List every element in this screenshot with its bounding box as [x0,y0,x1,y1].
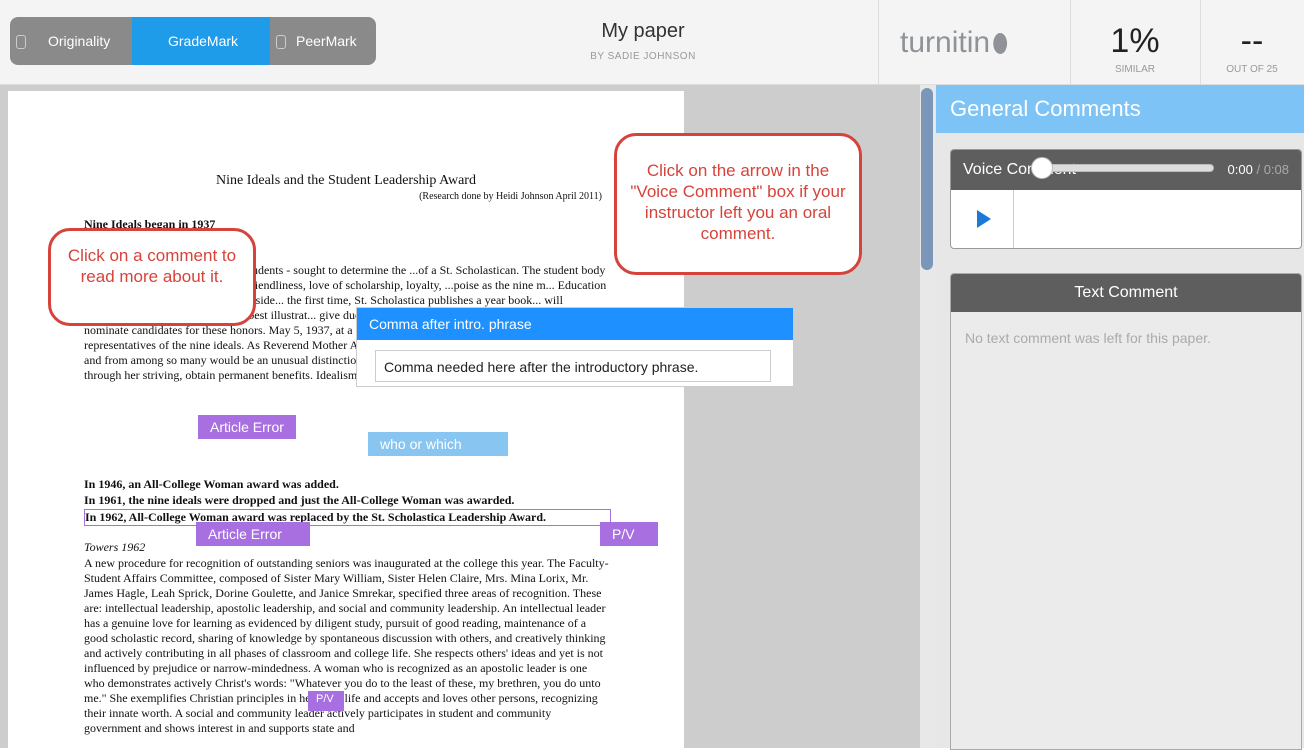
paper-heading: Nine Ideals and the Student Leadership A… [216,173,476,188]
paper-title: My paper [601,20,685,42]
tab-originality[interactable]: Originality [10,17,132,65]
tab-peermark[interactable]: PeerMark [270,17,376,65]
paper-subheading: (Research done by Heidi Johnson April 20… [419,191,602,202]
comment-popup-body: Comma needed here after the introductory… [375,350,771,382]
text-comment-header: Text Comment [951,274,1301,312]
paragraph: In 1946, an All-College Woman award was … [84,477,339,491]
divider [1200,0,1201,84]
similarity-score[interactable]: 1% SIMILAR [1090,24,1180,75]
section-heading: Towers 1962 [84,540,146,554]
tab-grademark[interactable]: GradeMark [132,17,270,65]
logo-mark-icon: ⬮ [992,28,1009,58]
text-comment-box: Text Comment No text comment was left fo… [950,273,1302,750]
paper-title-block: My paper BY SADIE JOHNSON [560,20,726,62]
paper-author: BY SADIE JOHNSON [590,51,696,62]
turnitin-logo: turnitin⬮ [900,26,1009,59]
pv-mark[interactable]: P/V [600,522,658,546]
who-which-mark[interactable]: who or which [368,432,508,456]
comments-sidebar: General Comments Voice Comment 0:00 / 0:… [936,85,1304,750]
callout-right: Click on the arrow in the "Voice Comment… [614,133,862,275]
paper-page: Nine Ideals and the Student Leadership A… [8,91,684,751]
article-error-mark[interactable]: Article Error [198,415,296,439]
toggle-icon [276,35,286,49]
comment-popup-title: Comma after intro. phrase [357,308,793,340]
scrollbar[interactable] [920,85,936,748]
divider [1070,0,1071,84]
paragraph: In 1962, All-College Woman award was rep… [84,509,611,526]
slider-handle[interactable] [1031,157,1053,179]
audio-time: 0:00 / 0:08 [1227,162,1289,177]
divider [878,0,879,84]
paragraph: In 1961, the nine ideals were dropped an… [84,493,515,507]
paragraph: A new procedure for recognition of outst… [84,556,609,735]
grade-score[interactable]: -- OUT OF 25 [1210,24,1294,75]
top-bar: Originality GradeMark PeerMark My paper … [0,0,1304,85]
play-button[interactable] [951,190,1014,248]
audio-progress-slider[interactable] [1031,157,1214,179]
play-icon [977,210,991,228]
article-error-mark[interactable]: Article Error [196,522,310,546]
general-comments-header: General Comments [936,85,1304,133]
callout-left: Click on a comment to read more about it… [48,228,256,326]
text-comment-empty: No text comment was left for this paper. [965,330,1211,346]
scrollbar-thumb[interactable] [921,88,933,270]
mode-switch: Originality GradeMark PeerMark [10,17,376,65]
pv-mark[interactable]: P/V [308,691,344,711]
toggle-icon [16,35,26,49]
comment-popup[interactable]: Comma after intro. phrase Comma needed h… [356,307,794,387]
